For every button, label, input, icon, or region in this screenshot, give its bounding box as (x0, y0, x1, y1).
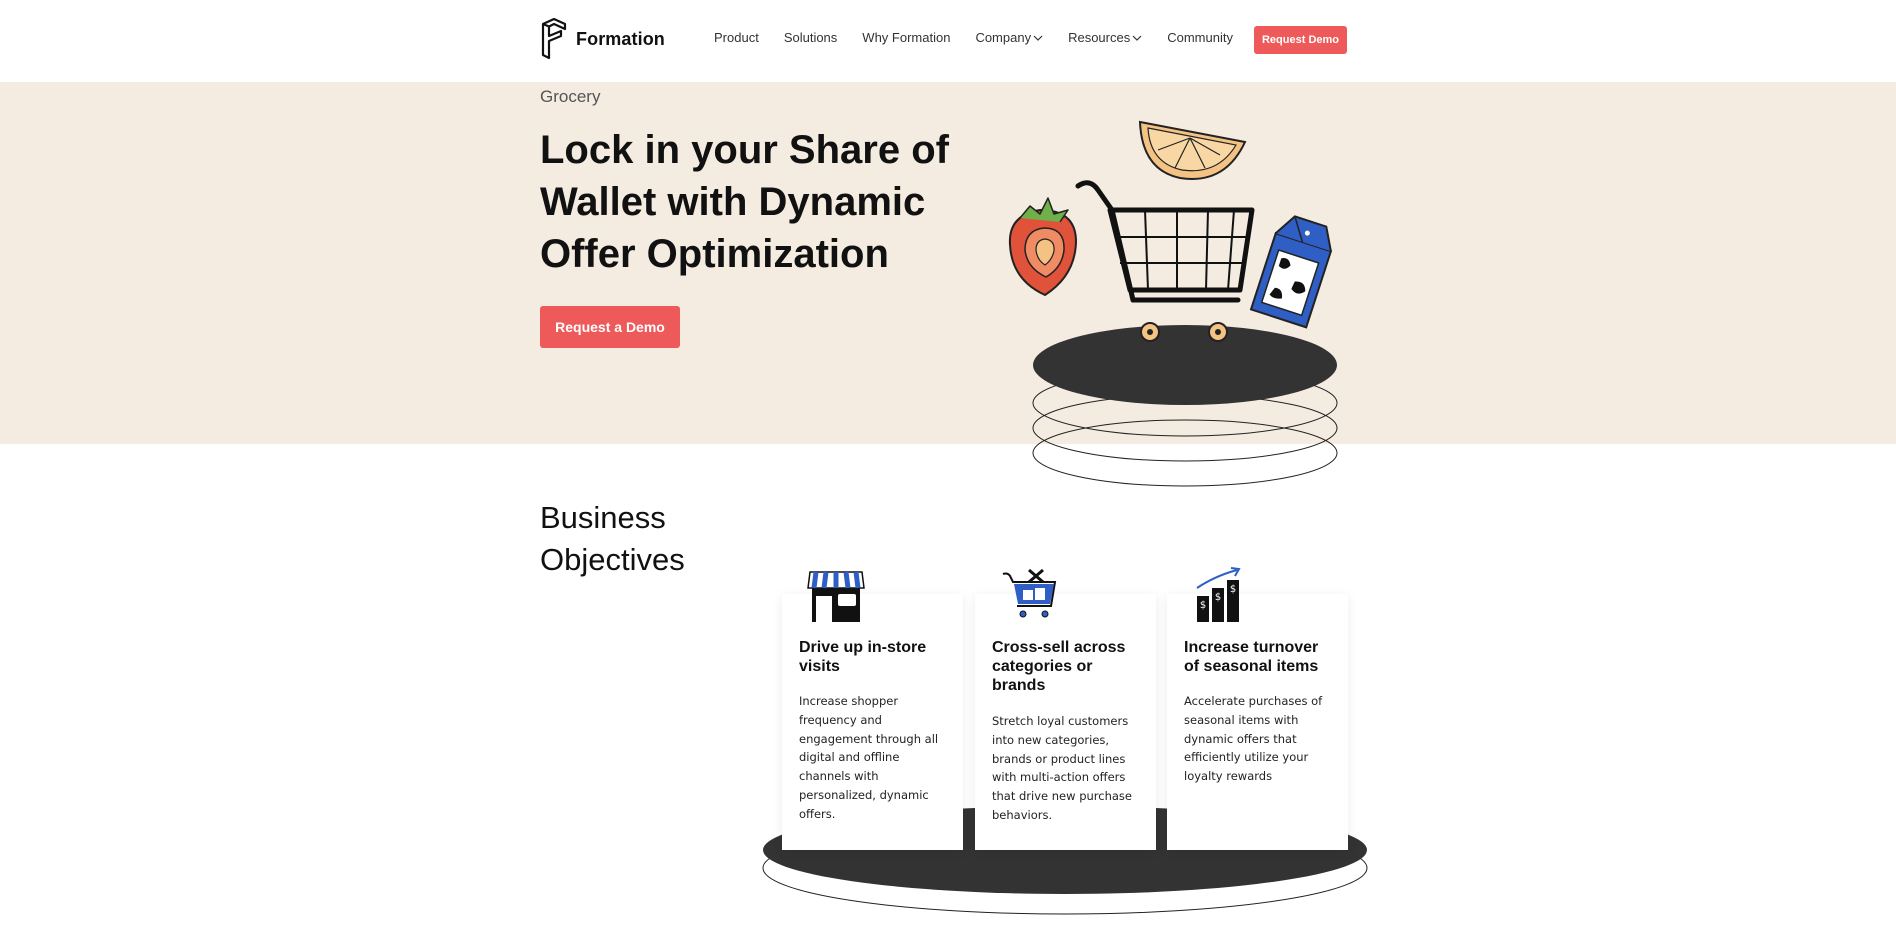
card-heading: Drive up in-store visits (799, 639, 927, 675)
svg-text:$: $ (1230, 584, 1236, 595)
shopping-cart-icon (1075, 180, 1255, 342)
chevron-down-icon (1132, 35, 1142, 41)
storefront-icon (807, 571, 865, 622)
objectives-title: Business Objectives (540, 500, 685, 577)
nav-solutions[interactable]: Solutions (784, 30, 837, 45)
card-body: Stretch loyal customers into new categor… (992, 714, 1132, 822)
hero-title: Lock in your Share of Wallet with Dynami… (540, 128, 949, 276)
main-nav: Product Solutions Why Formation Company … (714, 30, 1258, 45)
objective-card-seasonal-items: $ $ $ Increase turnover of seasonal item… (1167, 567, 1348, 850)
nav-resources-label: Resources (1068, 30, 1131, 45)
growth-chart-icon: $ $ $ (1196, 567, 1241, 622)
nav-solutions-label: Solutions (783, 30, 838, 45)
site-header: Formation Product Solutions Why Formatio… (0, 0, 1896, 82)
shopping-basket-icon (1002, 568, 1057, 618)
formation-logo-icon (541, 18, 567, 60)
nav-product[interactable]: Product (714, 30, 759, 45)
card-body: Increase shopper frequency and engagemen… (799, 694, 939, 821)
request-demo-button[interactable]: Request Demo (1254, 26, 1347, 54)
chevron-down-icon (1033, 35, 1043, 41)
card-body: Accelerate purchases of seasonal items w… (1184, 694, 1323, 784)
request-a-demo-button[interactable]: Request a Demo (540, 306, 680, 348)
grocery-cart-illustration (1008, 120, 1338, 487)
milk-carton-icon (1249, 215, 1333, 329)
nav-product-label: Product (714, 30, 759, 45)
nav-community[interactable]: Community (1167, 30, 1233, 45)
objective-card-in-store-visits: Drive up in-store visits Increase shoppe… (782, 571, 963, 850)
objective-card-cross-sell: Cross-sell across categories or brands S… (975, 568, 1156, 850)
nav-community-label: Community (1167, 30, 1233, 45)
nav-why-formation-label: Why Formation (862, 30, 951, 45)
strawberry-icon (1008, 197, 1078, 297)
brand-logo[interactable]: Formation (540, 18, 665, 60)
svg-text:$: $ (1200, 600, 1206, 611)
pedestal-icon (1032, 325, 1338, 487)
card-heading: Cross-sell across categories or brands (992, 639, 1126, 694)
brand-name: Formation (576, 28, 665, 49)
nav-why-formation[interactable]: Why Formation (862, 30, 950, 45)
nav-resources[interactable]: Resources (1068, 30, 1142, 45)
svg-text:$: $ (1215, 592, 1221, 603)
card-heading: Increase turnover of seasonal items (1184, 639, 1319, 675)
nav-company[interactable]: Company (975, 30, 1043, 45)
hero-eyebrow: Grocery (540, 87, 601, 106)
nav-company-label: Company (975, 30, 1032, 45)
orange-slice-icon (1138, 120, 1247, 180)
